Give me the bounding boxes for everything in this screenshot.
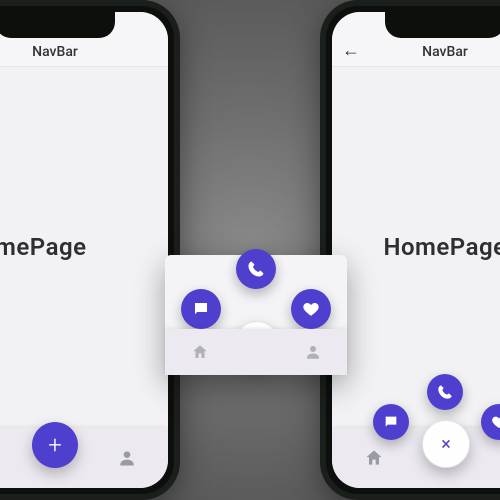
page-body: HomePage [0, 66, 168, 428]
nav-profile[interactable] [475, 448, 500, 468]
page-title: HomePage [0, 233, 87, 261]
chat-icon [192, 300, 210, 318]
heart-icon [491, 414, 500, 430]
close-icon: × [441, 434, 451, 455]
nav-profile[interactable] [278, 343, 347, 361]
back-button[interactable]: ← [342, 42, 360, 60]
nav-center: + [25, 428, 85, 488]
person-icon [304, 343, 322, 361]
fab-action-chat[interactable] [373, 404, 409, 440]
fab-main[interactable]: × [422, 420, 470, 468]
stage: NavBar HomePage + [0, 0, 500, 500]
phone-mock-collapsed: NavBar HomePage + [0, 0, 180, 500]
phone-icon [437, 384, 453, 400]
page-body: HomePage [332, 66, 500, 428]
phone-notch [0, 12, 115, 38]
nav-home[interactable] [165, 343, 234, 361]
fab-main[interactable]: + [32, 422, 78, 468]
heart-icon [302, 300, 320, 318]
home-icon [364, 448, 384, 468]
bottom-nav [165, 329, 347, 375]
zoom-overlay: × [165, 255, 347, 375]
fab-action-phone[interactable] [427, 374, 463, 410]
page-title: HomePage [383, 233, 500, 261]
bottom-nav: + [0, 428, 168, 488]
fab-action-heart[interactable] [291, 289, 331, 329]
phone-notch [385, 12, 500, 38]
phone-screen: ← NavBar HomePage [332, 12, 500, 488]
phone-screen: NavBar HomePage + [0, 12, 168, 488]
app-bar-title: NavBar [32, 44, 78, 60]
bottom-nav: × [332, 428, 500, 488]
nav-center: × [415, 428, 475, 488]
phone-icon [247, 260, 265, 278]
nav-profile[interactable] [85, 448, 168, 468]
nav-home[interactable] [0, 448, 25, 468]
fab-action-chat[interactable] [181, 289, 221, 329]
phone-mock-expanded: ← NavBar HomePage [320, 0, 500, 500]
nav-home[interactable] [332, 448, 415, 468]
chat-icon [383, 414, 399, 430]
app-bar-title: NavBar [422, 44, 468, 60]
person-icon [117, 448, 137, 468]
fab-action-phone[interactable] [236, 249, 276, 289]
home-icon [191, 343, 209, 361]
plus-icon: + [48, 431, 62, 459]
